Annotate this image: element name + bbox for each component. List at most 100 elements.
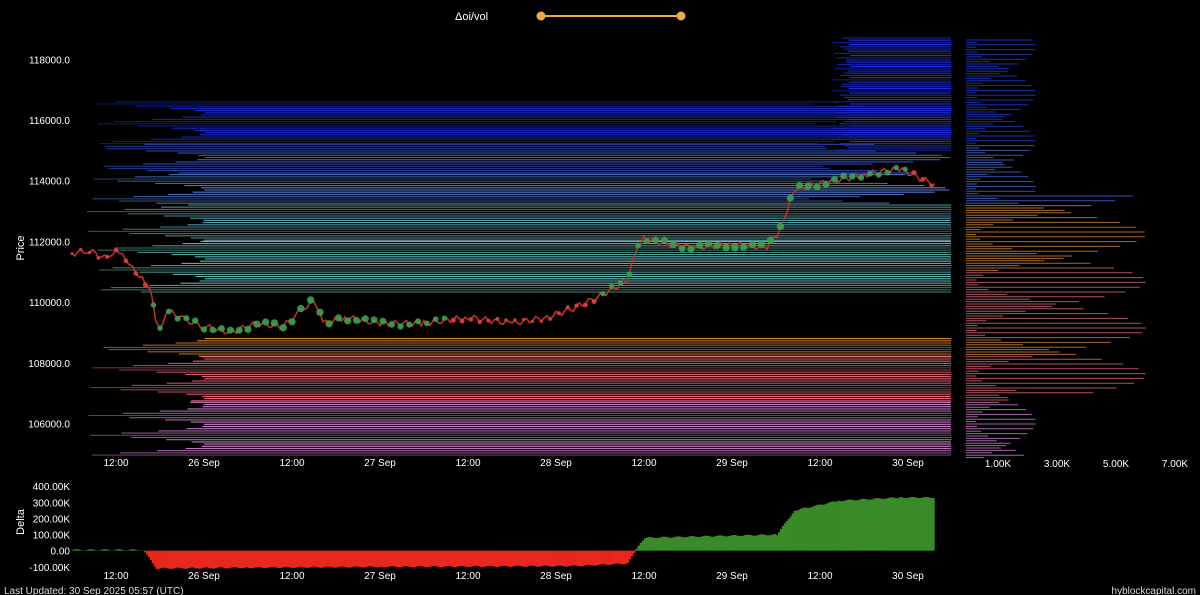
delta-bar bbox=[924, 496, 927, 551]
price-y-tick: 114000.0 bbox=[29, 177, 70, 188]
delta-bar bbox=[346, 550, 349, 568]
delta-x-tick: 12:00 bbox=[631, 571, 656, 582]
delta-bar bbox=[116, 549, 119, 551]
delta-bar bbox=[648, 537, 651, 551]
price-point bbox=[902, 166, 908, 172]
delta-bar bbox=[910, 496, 914, 551]
delta-bar bbox=[342, 550, 345, 567]
delta-bar bbox=[181, 550, 184, 569]
delta-bar bbox=[616, 550, 619, 564]
price-point bbox=[307, 296, 315, 304]
delta-bar bbox=[72, 549, 75, 551]
delta-bar bbox=[823, 504, 826, 551]
delta-x-tick: 12:00 bbox=[455, 571, 480, 582]
delta-bar bbox=[914, 497, 918, 551]
brand-link[interactable]: hyblockcapital.com bbox=[1112, 586, 1196, 595]
delta-bar bbox=[501, 550, 504, 566]
delta-bar bbox=[772, 534, 775, 551]
delta-bar bbox=[829, 501, 832, 551]
delta-bar bbox=[382, 550, 385, 568]
delta-bar bbox=[114, 549, 117, 551]
delta-bar bbox=[738, 536, 741, 551]
delta-bar bbox=[330, 550, 333, 567]
delta-bar bbox=[400, 550, 403, 568]
liquidation-bands bbox=[86, 37, 951, 456]
price-point bbox=[858, 174, 865, 181]
delta-bar bbox=[920, 497, 923, 551]
price-point bbox=[713, 241, 721, 249]
delta-bar bbox=[368, 550, 371, 567]
delta-bar bbox=[654, 538, 657, 551]
delta-bar bbox=[338, 550, 341, 567]
delta-bar bbox=[682, 537, 685, 551]
delta-bar bbox=[899, 497, 902, 551]
delta-bar bbox=[374, 550, 377, 568]
delta-bar bbox=[221, 550, 225, 568]
price-point bbox=[253, 320, 261, 328]
delta-bar bbox=[791, 513, 794, 551]
delta-bar bbox=[215, 550, 219, 568]
price-point bbox=[495, 316, 500, 321]
delta-bar bbox=[815, 504, 818, 551]
delta-bar bbox=[726, 536, 729, 551]
delta-bar bbox=[559, 550, 562, 566]
delta-bar bbox=[199, 550, 203, 569]
delta-bar bbox=[497, 550, 501, 567]
delta-bar bbox=[535, 550, 538, 567]
delta-bar bbox=[229, 550, 233, 568]
delta-bar bbox=[847, 499, 850, 551]
delta-bar bbox=[415, 550, 419, 567]
delta-bar bbox=[318, 550, 321, 568]
delta-bar bbox=[240, 550, 243, 569]
delta-bar bbox=[748, 534, 751, 551]
delta-axis-label: Delta bbox=[15, 508, 27, 535]
delta-bar bbox=[795, 510, 798, 551]
delta-bar bbox=[427, 550, 431, 567]
price-x-tick: 27 Sep bbox=[364, 458, 396, 469]
histogram-x-tick: 1.00K bbox=[985, 459, 1011, 470]
price-point bbox=[522, 317, 526, 322]
price-point bbox=[704, 240, 713, 248]
delta-bar bbox=[463, 550, 467, 567]
slider-handle-left[interactable] bbox=[536, 11, 546, 21]
delta-bar bbox=[487, 550, 491, 566]
delta-bar bbox=[742, 535, 745, 551]
price-x-tick: 12:00 bbox=[455, 458, 480, 469]
price-point bbox=[174, 315, 181, 322]
delta-bar bbox=[217, 550, 221, 568]
delta-bar bbox=[233, 550, 237, 568]
delta-bar bbox=[903, 498, 906, 551]
liquidation-band bbox=[103, 143, 950, 174]
delta-bar bbox=[155, 550, 158, 570]
delta-bar bbox=[443, 550, 447, 567]
delta-bar bbox=[533, 550, 536, 567]
slider-handle-right[interactable] bbox=[676, 11, 686, 21]
delta-bar bbox=[274, 550, 277, 568]
delta-bar bbox=[144, 550, 147, 553]
delta-bar bbox=[728, 536, 731, 551]
price-point bbox=[600, 291, 606, 297]
delta-bar bbox=[807, 507, 810, 551]
price-point bbox=[696, 241, 704, 249]
delta-bar bbox=[658, 537, 661, 551]
delta-bar bbox=[362, 550, 365, 568]
delta-bar bbox=[471, 550, 475, 567]
delta-bar bbox=[86, 549, 89, 551]
delta-bar bbox=[254, 550, 257, 568]
liquidation-band bbox=[86, 204, 951, 241]
delta-bar bbox=[203, 550, 207, 568]
price-point bbox=[123, 258, 129, 264]
delta-bar bbox=[360, 550, 363, 568]
delta-bar bbox=[308, 550, 311, 568]
price-y-tick: 108000.0 bbox=[28, 359, 70, 370]
delta-bar bbox=[189, 550, 192, 568]
price-point bbox=[270, 319, 279, 327]
delta-bar bbox=[370, 550, 373, 567]
delta-bar bbox=[183, 550, 186, 569]
delta-bar bbox=[563, 550, 566, 567]
price-y-tick: 110000.0 bbox=[29, 298, 70, 309]
delta-bar bbox=[774, 534, 777, 551]
delta-y-tick: -100.00K bbox=[29, 563, 70, 574]
delta-y-tick: 300.00K bbox=[33, 498, 71, 509]
delta-bar bbox=[513, 550, 516, 567]
